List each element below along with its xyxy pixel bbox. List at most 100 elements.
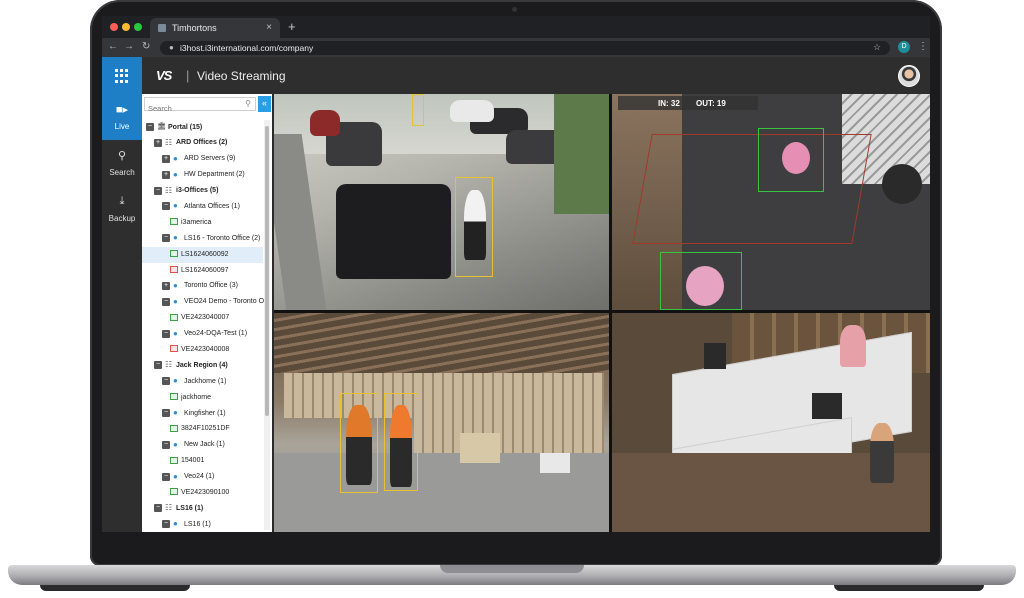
collapse-icon[interactable]: − — [146, 123, 154, 131]
browser-tab[interactable]: Timhortons × — [150, 18, 280, 38]
close-window-button[interactable] — [110, 23, 118, 31]
expand-icon[interactable]: + — [154, 138, 162, 147]
tree-node-label: LS1624060092 — [181, 250, 229, 258]
tree-camera-node[interactable]: LS1624060097 — [142, 263, 263, 279]
scrollbar-thumb[interactable] — [265, 126, 269, 416]
browser-menu-icon[interactable]: ⋮ — [918, 41, 928, 52]
tree-portal-node[interactable]: − 🏛 Portal (15) — [142, 120, 263, 136]
video-tile-entrance[interactable]: IN: 32 OUT: 19 — [612, 94, 930, 310]
group-icon: ☷ — [165, 185, 173, 195]
tree-location-node[interactable]: − ● LS16 (1) — [142, 517, 263, 532]
reload-icon[interactable]: ↻ — [142, 41, 150, 52]
collapse-icon[interactable]: − — [154, 186, 162, 195]
laptop-screen: Timhortons × + ← → ↻ ● i3host.i3internat… — [102, 16, 930, 532]
collapse-icon[interactable]: − — [162, 409, 170, 418]
parked-car — [336, 184, 451, 279]
tree-camera-node[interactable]: LS1624060092 — [142, 247, 263, 264]
tree-node-label: Veo24 (1) — [184, 473, 215, 481]
tree-location-node[interactable]: + ● Toronto Office (3) — [142, 279, 263, 295]
tree-camera-node[interactable]: 3824F10251DF — [142, 422, 263, 438]
collapse-panel-button[interactable]: « — [258, 96, 271, 112]
tree-location-node[interactable]: − ● VEO24 Demo - Toronto Off — [142, 295, 268, 311]
header-separator: | — [186, 68, 190, 83]
tree-group-node[interactable]: − ☷ LS16 (1) — [142, 501, 263, 517]
tree-camera-node[interactable]: VE2423040007 — [142, 311, 263, 327]
user-avatar[interactable] — [898, 65, 920, 87]
collapse-icon[interactable]: − — [162, 234, 170, 243]
collapse-icon[interactable]: − — [162, 472, 170, 481]
tree-node-label: LS16 - Toronto Office (2) — [184, 234, 261, 242]
collapse-icon[interactable]: − — [162, 440, 170, 449]
address-bar-row: ← → ↻ ● i3host.i3international.com/compa… — [102, 38, 930, 57]
tree-node-label: i3america — [181, 218, 212, 226]
tree-location-node[interactable]: + ● HW Department (2) — [142, 168, 263, 184]
expand-icon[interactable]: + — [162, 170, 170, 179]
video-camera-icon: ■▸ — [115, 104, 129, 116]
tree-search-input[interactable] — [145, 102, 239, 115]
laptop-foot-left — [40, 585, 190, 591]
rail-item-backup[interactable]: ⤓ Backup — [102, 186, 142, 232]
camera-online-icon — [170, 218, 178, 227]
tree-camera-node[interactable]: 154001 — [142, 454, 263, 470]
maximize-window-button[interactable] — [134, 23, 142, 31]
tree-location-node[interactable]: − ● New Jack (1) — [142, 438, 263, 454]
forward-arrow-icon[interactable]: → — [124, 41, 134, 52]
camera-online-icon — [170, 393, 178, 402]
rail-item-search[interactable]: ⚲ Search — [102, 140, 142, 186]
location-pin-icon: ● — [173, 296, 178, 306]
tree-location-node[interactable]: + ● ARD Servers (9) — [142, 152, 263, 168]
app-grid-button[interactable] — [102, 57, 142, 94]
tree-location-node[interactable]: − ● Kingfisher (1) — [142, 406, 263, 422]
collapse-icon[interactable]: − — [162, 520, 170, 529]
video-tile-parking[interactable] — [274, 94, 609, 310]
collapse-icon[interactable]: − — [162, 329, 170, 338]
collapse-icon[interactable]: − — [162, 297, 170, 306]
minimize-window-button[interactable] — [122, 23, 130, 31]
tree-node-label: VE2423040008 — [181, 345, 230, 353]
tree-group-node[interactable]: + ☷ ARD Offices (2) — [142, 136, 263, 152]
video-tile-retail[interactable] — [612, 313, 930, 532]
collapse-icon[interactable]: − — [154, 361, 162, 370]
browser-profile-avatar[interactable]: D — [898, 41, 910, 53]
app-header: VS | Video Streaming — [102, 57, 930, 94]
back-arrow-icon[interactable]: ← — [108, 41, 118, 52]
collapse-icon[interactable]: − — [154, 504, 162, 513]
tree-scrollbar[interactable] — [264, 120, 270, 530]
video-grid: IN: 32 OUT: 19 — [274, 94, 930, 532]
location-pin-icon: ● — [173, 408, 178, 418]
tree-location-node[interactable]: − ● Jackhome (1) — [142, 374, 263, 390]
bookmark-star-icon[interactable]: ☆ — [873, 42, 881, 53]
camera-online-icon — [170, 456, 178, 466]
tree-group-node[interactable]: − ☷ Jack Region (4) — [142, 358, 263, 374]
url-field[interactable]: ● i3host.i3international.com/company — [160, 41, 890, 55]
tree-camera-node[interactable]: VE2423040008 — [142, 342, 263, 358]
video-tile-warehouse[interactable] — [274, 313, 609, 532]
tree-node-label: VE2423040007 — [181, 314, 230, 322]
tree-group-node[interactable]: − ☷ i3-Offices (5) — [142, 184, 263, 200]
tree-camera-node[interactable]: i3america — [142, 215, 263, 231]
apps-grid-icon — [115, 69, 129, 83]
url-text: i3host.i3international.com/company — [180, 43, 314, 53]
expand-icon[interactable]: + — [162, 281, 170, 290]
tree-camera-node[interactable]: jackhome — [142, 390, 263, 406]
collapse-icon[interactable]: − — [162, 377, 170, 386]
search-icon[interactable]: ⚲ — [245, 99, 251, 108]
portal-icon: 🏛 — [157, 123, 166, 130]
new-tab-button[interactable]: + — [288, 19, 296, 34]
tree-location-node[interactable]: − ● Veo24-DQA-Test (1) — [142, 327, 263, 343]
tree-location-node[interactable]: − ● LS16 - Toronto Office (2) — [142, 231, 263, 247]
tab-close-icon[interactable]: × — [266, 22, 272, 33]
collapse-icon[interactable]: − — [162, 202, 170, 211]
curb — [274, 134, 327, 310]
people-counter: IN: 32 OUT: 19 — [618, 96, 758, 110]
expand-icon[interactable]: + — [162, 154, 170, 163]
tree-node-label: LS16 (1) — [184, 520, 211, 528]
tree-location-node[interactable]: − ● Veo24 (1) — [142, 470, 263, 486]
monitor — [704, 343, 726, 369]
rail-item-live[interactable]: ■▸ Live — [102, 94, 142, 140]
person — [840, 325, 866, 367]
tree-camera-node[interactable]: VE2423090100 — [142, 485, 263, 501]
tree-location-node[interactable]: − ● Atlanta Offices (1) — [142, 199, 263, 215]
tree-node-label: VEO24 Demo - Toronto Off — [184, 298, 268, 306]
camera-offline-icon — [170, 345, 178, 354]
